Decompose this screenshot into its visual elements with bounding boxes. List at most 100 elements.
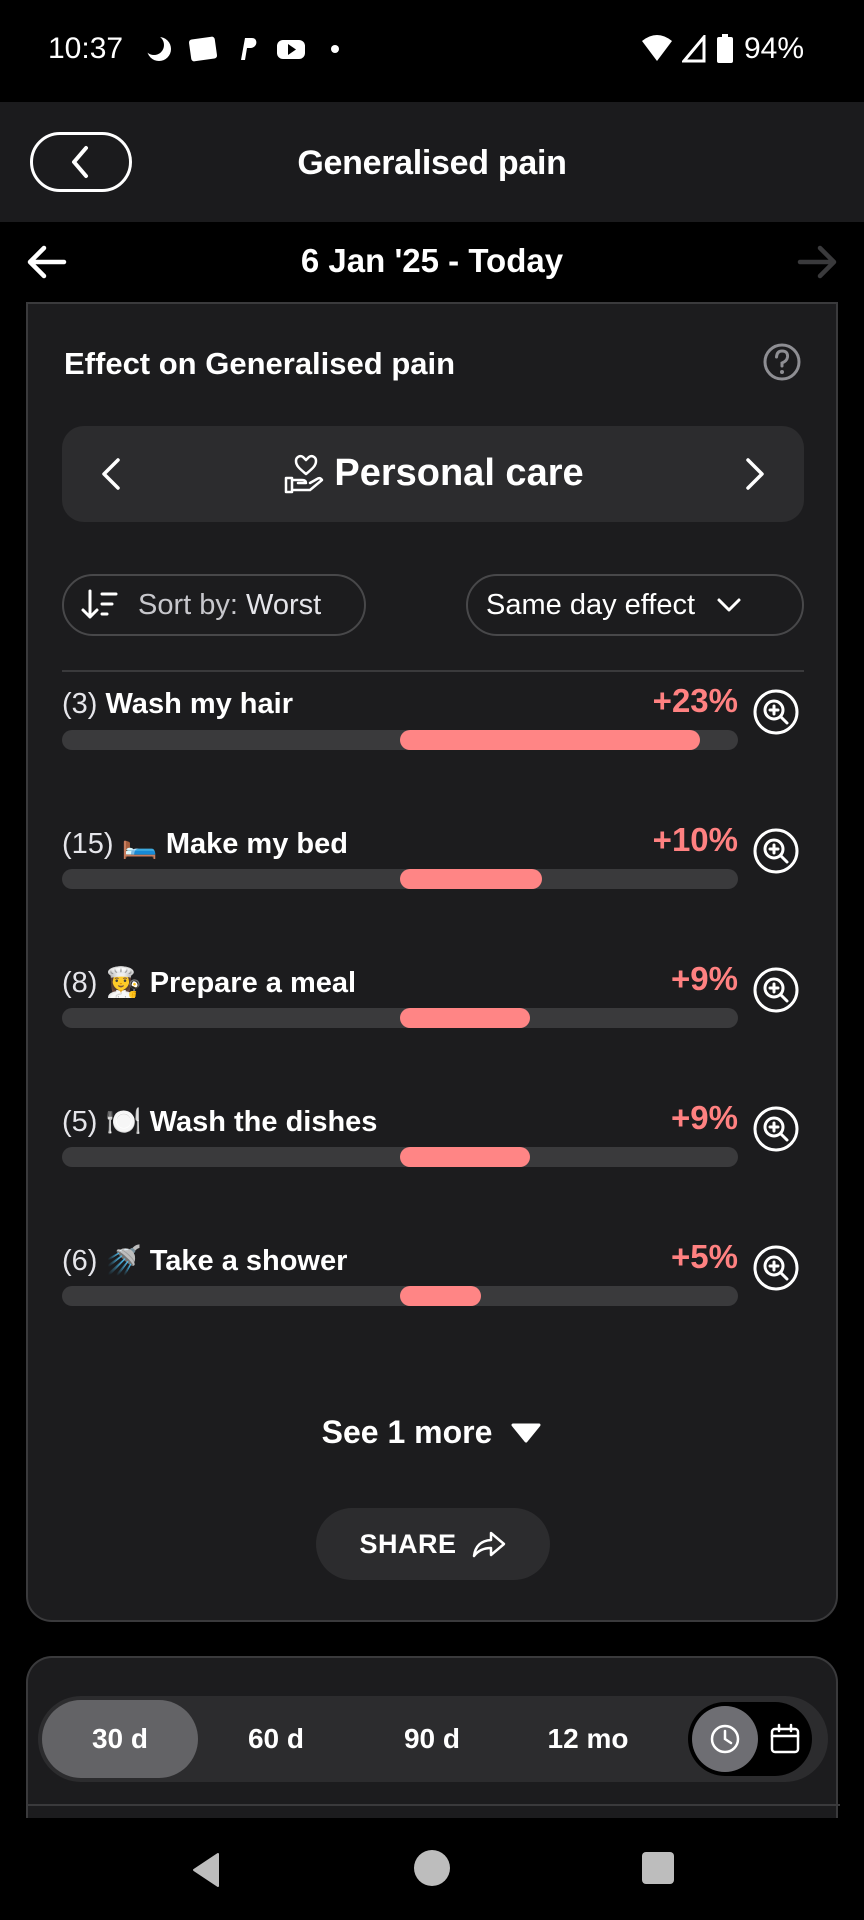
clock-icon (710, 1724, 740, 1754)
chevron-right-icon[interactable] (734, 454, 774, 494)
caret-down-icon (511, 1423, 541, 1442)
activity-emoji: 🍽️ (105, 1106, 142, 1138)
activity-count: (5) (62, 1106, 98, 1138)
range-option-60d[interactable]: 60 d (198, 1700, 354, 1778)
heart-hand-icon (285, 454, 324, 494)
arrow-right-icon (797, 245, 837, 279)
nav-home-icon[interactable] (412, 1848, 452, 1888)
activity-count: (15) (62, 828, 114, 860)
list-item: (8) 👩‍🍳 Prepare a meal +9% (62, 960, 804, 1076)
status-right: 94% (641, 32, 804, 66)
time-range-selector: 30 d 60 d 90 d 12 mo (38, 1696, 828, 1782)
list-item: (6) 🚿 Take a shower +5% (62, 1238, 804, 1354)
activity-emoji: 👩‍🍳 (105, 967, 142, 999)
card-title: Effect on Generalised pain (64, 346, 456, 381)
activity-name: Wash my hair (105, 688, 293, 720)
effect-percent: +9% (671, 960, 738, 997)
effect-bar-fill (400, 1286, 481, 1306)
battery-icon (716, 34, 733, 63)
category-label: Personal care (334, 451, 584, 494)
sort-button[interactable]: Sort by: Worst (62, 574, 366, 636)
effect-bar-fill (400, 1147, 530, 1167)
wifi-icon (641, 35, 672, 61)
activity-emoji: 🛏️ (121, 828, 158, 860)
range-option-90d[interactable]: 90 d (354, 1700, 510, 1778)
status-bar: 10:37 94% (0, 0, 864, 102)
time-range-card: 30 d 60 d 90 d 12 mo (26, 1656, 840, 1826)
effect-bar-fill (400, 1008, 530, 1028)
category-label-group: Personal care (62, 450, 804, 496)
effect-bar-track (62, 1147, 738, 1167)
activity-label: (5) 🍽️ Wash the dishes (62, 1105, 377, 1139)
list-item: (3) Wash my hair +23% (62, 682, 804, 798)
effect-bar-fill (400, 730, 700, 750)
sort-value: Worst (237, 588, 322, 621)
share-button[interactable]: SHARE (316, 1508, 550, 1580)
effect-type-value: Same day effect (486, 588, 696, 621)
system-nav-bar (0, 1818, 864, 1920)
sort-label: Sort by: Worst (138, 589, 321, 622)
dot-icon (331, 45, 339, 53)
page-title: Generalised pain (297, 144, 567, 182)
signal-icon (681, 35, 706, 63)
view-mode-toggle[interactable] (688, 1702, 812, 1776)
activity-label: (8) 👩‍🍳 Prepare a meal (62, 966, 356, 1000)
share-icon (472, 1531, 505, 1558)
zoom-in-icon[interactable] (752, 827, 800, 875)
zoom-in-icon[interactable] (752, 688, 800, 736)
paypal-icon (241, 38, 257, 60)
activity-label: (3) Wash my hair (62, 688, 293, 721)
activity-count: (8) (62, 967, 98, 999)
list-item: (5) 🍽️ Wash the dishes +9% (62, 1099, 804, 1215)
youtube-icon (277, 40, 305, 59)
category-selector: Personal care (62, 426, 804, 522)
divider (28, 1804, 840, 1806)
toggle-knob (692, 1706, 758, 1772)
webtoon-icon (188, 36, 218, 62)
activity-name: Take a shower (149, 1245, 348, 1277)
activity-name: Prepare a meal (149, 967, 357, 999)
effect-percent: +9% (671, 1099, 738, 1136)
help-icon[interactable] (762, 342, 802, 382)
activity-label: (15) 🛏️ Make my bed (62, 827, 348, 861)
nav-recents-icon[interactable] (640, 1850, 676, 1886)
effect-percent: +5% (671, 1238, 738, 1275)
see-more-label: See 1 more (321, 1414, 493, 1450)
notification-icons (144, 34, 350, 64)
activity-count: (6) (62, 1245, 98, 1277)
date-range-row: 6 Jan '25 - Today (0, 222, 864, 302)
zoom-in-icon[interactable] (752, 1105, 800, 1153)
status-time: 10:37 (48, 32, 124, 65)
sort-icon (81, 589, 118, 619)
effect-bar-track (62, 730, 738, 750)
effect-bar-track (62, 869, 738, 889)
calendar-icon (770, 1723, 800, 1754)
zoom-in-icon[interactable] (752, 1244, 800, 1292)
range-option-30d[interactable]: 30 d (42, 1700, 198, 1778)
effect-bar-track (62, 1008, 738, 1028)
activity-name: Make my bed (165, 828, 348, 860)
activity-label: (6) 🚿 Take a shower (62, 1244, 347, 1278)
date-range-label[interactable]: 6 Jan '25 - Today (0, 242, 864, 280)
app-header: Generalised pain (0, 102, 864, 222)
see-more-button[interactable]: See 1 more (28, 1414, 836, 1451)
battery-percent: 94% (743, 32, 804, 65)
activity-count: (3) (62, 688, 98, 720)
effect-type-dropdown[interactable]: Same day effect (466, 574, 804, 636)
effect-bar-track (62, 1286, 738, 1306)
share-label: SHARE (359, 1528, 457, 1559)
nav-back-icon[interactable] (186, 1850, 226, 1890)
divider (62, 670, 804, 672)
moon-icon (144, 35, 171, 61)
sort-prefix: Sort by: (138, 588, 238, 621)
activity-name: Wash the dishes (149, 1106, 378, 1138)
effect-percent: +23% (652, 682, 738, 719)
effect-card: Effect on Generalised pain Personal care… (26, 302, 838, 1622)
effect-percent: +10% (652, 821, 738, 858)
zoom-in-icon[interactable] (752, 966, 800, 1014)
effect-bar-fill (400, 869, 542, 889)
chevron-down-icon (717, 598, 741, 612)
range-option-12mo[interactable]: 12 mo (510, 1700, 666, 1778)
list-item: (15) 🛏️ Make my bed +10% (62, 821, 804, 937)
activity-emoji: 🚿 (105, 1245, 142, 1277)
